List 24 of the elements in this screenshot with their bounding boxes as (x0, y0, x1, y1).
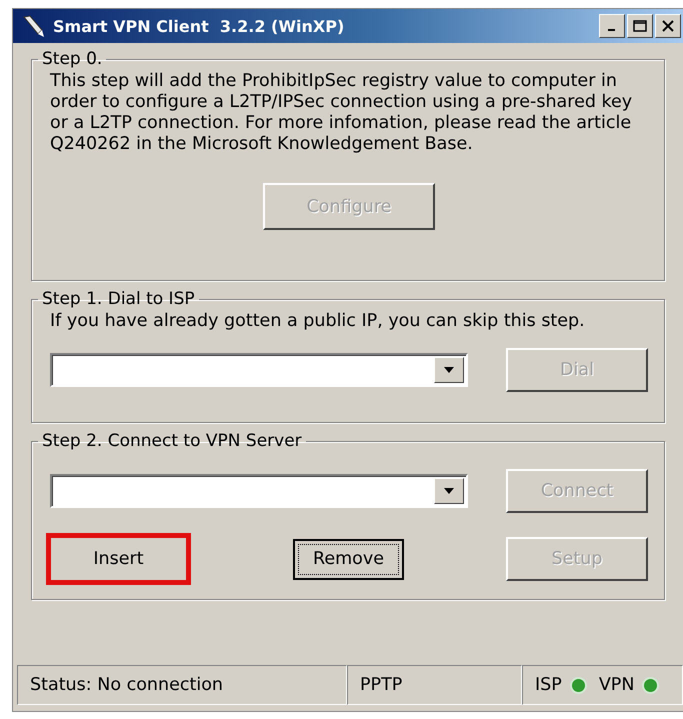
down-arrow-icon (444, 367, 454, 373)
group-title: Step 2. Connect to VPN Server (42, 431, 302, 451)
group-title: Step 1. Dial to ISP (42, 289, 195, 309)
dropdown-arrow-button[interactable] (434, 478, 464, 504)
minimize-icon (608, 28, 616, 32)
group-title: Step 0. (42, 49, 102, 69)
status-text: Status: No connection (30, 675, 224, 695)
description-text: This step will add the ProhibitIpSec registry value to computer in order to configure a L2TP/IPSec connection using a pre-shared key or a L2TP connection. For more infomation, please read the article Q240262 in the Microsoft Knowledgement Base. (50, 71, 634, 155)
maximize-button[interactable] (627, 14, 653, 38)
protocol-text: PPTP (360, 675, 402, 695)
button[interactable]: Remove (293, 538, 404, 580)
indicator-label: VPN (598, 675, 634, 695)
description-text: If you have already gotten a public IP, you can skip this step. (50, 311, 586, 332)
down-arrow-icon (444, 488, 454, 494)
close-icon (661, 20, 675, 32)
window-title: Smart VPN Client 3.2.2 (WinXP) (53, 16, 346, 36)
dropdown-arrow-button[interactable] (434, 357, 464, 383)
button[interactable]: Insert (46, 533, 191, 585)
minimize-button[interactable] (599, 14, 625, 38)
dropdown-field[interactable] (50, 353, 468, 387)
dropdown-field[interactable] (50, 474, 468, 508)
indicator-label: ISP (535, 675, 562, 695)
maximize-icon (633, 20, 647, 32)
close-button[interactable] (655, 14, 681, 38)
